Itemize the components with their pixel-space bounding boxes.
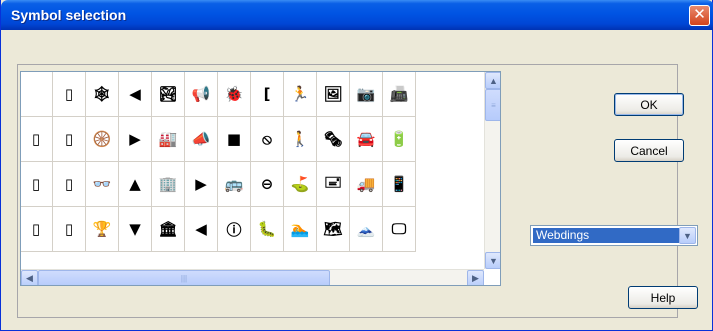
symbol-cell[interactable]: ▲ <box>119 162 152 207</box>
symbol-cell[interactable]: 🏛 <box>152 207 185 252</box>
symbol-cell[interactable]: 🏞 <box>152 72 185 117</box>
symbol-selection-dialog: Symbol selection ✕ ▯ 🕸 ◀ 🏞 📢 🐞[🏃 🖼 📷 📠 ▯ ▯ 🛞 ▶ 🏭 📣 ■ ⦸ 🚶 🗞… <box>0 0 713 331</box>
symbol-cell[interactable]: 🐞 <box>218 72 251 117</box>
symbol-cell[interactable]: 🗺 <box>317 207 350 252</box>
symbol-cell[interactable]: 🏭 <box>152 117 185 162</box>
chevron-down-icon: ▼ <box>683 230 692 241</box>
symbol-cell[interactable]: 🚶 <box>284 117 317 162</box>
symbol-cell[interactable]: ▼ <box>119 207 152 252</box>
symbol-cell[interactable]: ▶ <box>185 162 218 207</box>
symbol-cell[interactable]: 🏢 <box>152 162 185 207</box>
vertical-scroll-thumb[interactable]: ≡ <box>485 89 500 121</box>
scroll-down-button[interactable]: ▼ <box>485 252 500 269</box>
symbol-cell[interactable]: ▯ <box>21 207 53 252</box>
symbol-cell[interactable]: 📠 <box>383 72 416 117</box>
help-button[interactable]: Help <box>628 286 698 309</box>
title-bar: Symbol selection ✕ <box>1 0 713 30</box>
symbol-cell[interactable]: 📣 <box>185 117 218 162</box>
symbol-cell[interactable]: 🐛 <box>251 207 284 252</box>
scroll-right-arrow-icon: ▶ <box>472 273 479 283</box>
symbol-cell[interactable]: 📷 <box>350 72 383 117</box>
symbol-cell[interactable]: 🚘 <box>350 117 383 162</box>
ok-button[interactable]: OK <box>614 93 684 116</box>
symbol-cell[interactable]: ■ <box>218 117 251 162</box>
symbol-cell[interactable]: ⊖ <box>251 162 284 207</box>
grip-icon: ||| <box>180 274 188 283</box>
horizontal-scroll-thumb[interactable]: ||| <box>38 270 330 285</box>
symbol-cell[interactable]: ▯ <box>53 207 86 252</box>
symbol-cell[interactable]: ⦸ <box>251 117 284 162</box>
symbol-cell[interactable]: 🛞 <box>86 117 119 162</box>
symbol-cell[interactable]: 🖃 <box>317 162 350 207</box>
close-icon: ✕ <box>693 6 706 23</box>
symbol-cell[interactable]: 🗞 <box>317 117 350 162</box>
font-select-dropdown-button[interactable]: ▼ <box>679 227 696 244</box>
scroll-up-arrow-icon: ▲ <box>489 75 498 86</box>
font-select[interactable]: Webdings ▼ <box>530 225 698 246</box>
symbol-cell[interactable]: ▯ <box>53 162 86 207</box>
window-title: Symbol selection <box>11 7 127 23</box>
symbol-cell[interactable]: ◀ <box>119 72 152 117</box>
symbol-cell[interactable] <box>21 72 53 117</box>
symbol-cell[interactable]: 🏆 <box>86 207 119 252</box>
close-button[interactable]: ✕ <box>689 5 710 26</box>
symbol-cell[interactable]: ▯ <box>21 117 53 162</box>
symbol-cell[interactable]: 🚌 <box>218 162 251 207</box>
scroll-left-arrow-icon: ◀ <box>26 273 33 283</box>
font-select-value: Webdings <box>533 228 679 243</box>
grip-icon: ≡ <box>491 100 496 110</box>
symbol-cell[interactable]: 🔋 <box>383 117 416 162</box>
horizontal-scrollbar[interactable]: ◀ ||| ▶ <box>21 269 484 285</box>
symbol-cell[interactable]: ⓘ <box>218 207 251 252</box>
scroll-right-button[interactable]: ▶ <box>467 270 484 285</box>
scroll-left-button[interactable]: ◀ <box>21 270 38 285</box>
symbol-cell[interactable]: 🏃 <box>284 72 317 117</box>
symbol-cell[interactable]: ▯ <box>53 72 86 117</box>
symbol-cell[interactable]: ▯ <box>53 117 86 162</box>
scroll-up-button[interactable]: ▲ <box>485 72 500 89</box>
symbol-cell[interactable]: 🚚 <box>350 162 383 207</box>
scroll-down-arrow-icon: ▼ <box>489 255 498 266</box>
symbol-cell[interactable]: ▶ <box>119 117 152 162</box>
symbol-grid[interactable]: ▯ 🕸 ◀ 🏞 📢 🐞[🏃 🖼 📷 📠 ▯ ▯ 🛞 ▶ 🏭 📣 ■ ⦸ 🚶 🗞 🚘 🔋 ▯ ▯ 👓 ▲ 🏢 ▶ 🚌 ⊖ ⛳ 🖃 🚚 📱 ▯ ▯ 🏆 ▼ 🏛… <box>20 71 501 286</box>
symbol-cell[interactable]: 📱 <box>383 162 416 207</box>
symbol-cell[interactable]: ◀ <box>185 207 218 252</box>
vertical-scrollbar[interactable]: ▲ ≡ ▼ <box>484 72 500 269</box>
dialog-body: ▯ 🕸 ◀ 🏞 📢 🐞[🏃 🖼 📷 📠 ▯ ▯ 🛞 ▶ 🏭 📣 ■ ⦸ 🚶 🗞 🚘 🔋 ▯ ▯ 👓 ▲ 🏢 ▶ 🚌 ⊖ ⛳ 🖃 🚚 📱 ▯ ▯ 🏆 ▼ 🏛… <box>1 30 712 330</box>
cancel-button[interactable]: Cancel <box>614 139 684 162</box>
symbol-cell[interactable]: 🖵 <box>383 207 416 252</box>
symbol-cell[interactable]: 👓 <box>86 162 119 207</box>
symbol-cell[interactable]: [ <box>251 72 284 117</box>
symbol-cell[interactable]: 📢 <box>185 72 218 117</box>
symbol-cell[interactable]: 🏊 <box>284 207 317 252</box>
symbol-cell[interactable]: 🕸 <box>86 72 119 117</box>
symbol-cell[interactable]: ▯ <box>21 162 53 207</box>
symbol-cell[interactable]: ⛳ <box>284 162 317 207</box>
symbol-cell[interactable]: 🖼 <box>317 72 350 117</box>
symbol-cell[interactable]: 🗻 <box>350 207 383 252</box>
